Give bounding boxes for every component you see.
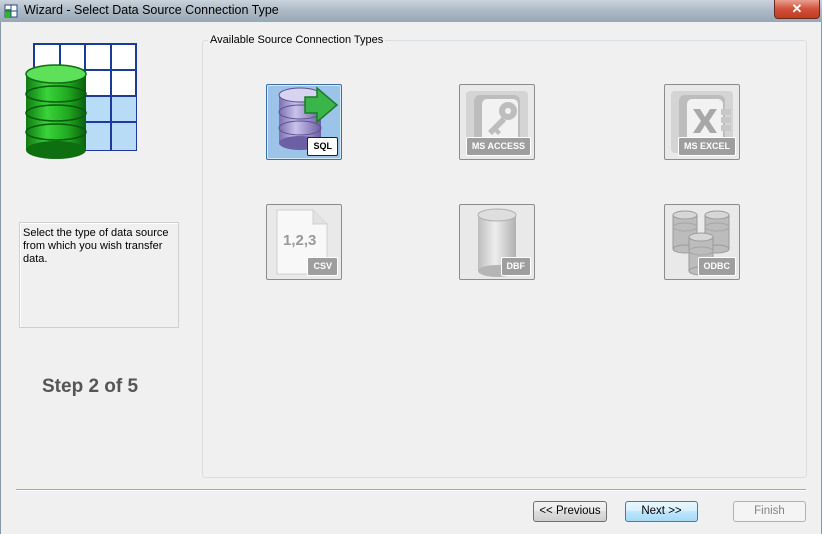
finish-button[interactable]: Finish: [733, 501, 806, 522]
database-grid-logo-icon: [25, 43, 137, 159]
tile-label-sql: SQL: [307, 137, 338, 156]
app-icon: [4, 4, 18, 18]
window-title: Wizard - Select Data Source Connection T…: [24, 3, 279, 17]
next-button[interactable]: Next >>: [625, 501, 698, 522]
previous-button[interactable]: << Previous: [533, 501, 607, 522]
tile-csv[interactable]: 1,2,3 CSV: [266, 204, 342, 280]
description-text: Select the type of data source from whic…: [23, 227, 169, 265]
tile-label-odbc: ODBC: [697, 257, 736, 276]
tile-ms-excel[interactable]: MS EXCEL: [664, 84, 740, 160]
tile-dbf[interactable]: DBF: [459, 204, 535, 280]
step-indicator: Step 2 of 5: [42, 376, 139, 397]
close-button[interactable]: ✕: [774, 0, 820, 19]
footer-separator: [16, 489, 806, 491]
title-bar: Wizard - Select Data Source Connection T…: [0, 0, 822, 22]
tile-label-ms-excel: MS EXCEL: [677, 137, 736, 156]
csv-glyph-text: 1,2,3: [283, 232, 316, 249]
window-frame-left: [0, 22, 1, 534]
tile-label-ms-access: MS ACCESS: [465, 137, 531, 156]
tile-odbc[interactable]: ODBC: [664, 204, 740, 280]
group-label: Available Source Connection Types: [208, 34, 386, 46]
tile-sql[interactable]: SQL: [266, 84, 342, 160]
tile-label-csv: CSV: [307, 257, 338, 276]
description-box: Select the type of data source from whic…: [19, 222, 179, 328]
tile-ms-access[interactable]: MS ACCESS: [459, 84, 535, 160]
tile-label-dbf: DBF: [500, 257, 531, 276]
